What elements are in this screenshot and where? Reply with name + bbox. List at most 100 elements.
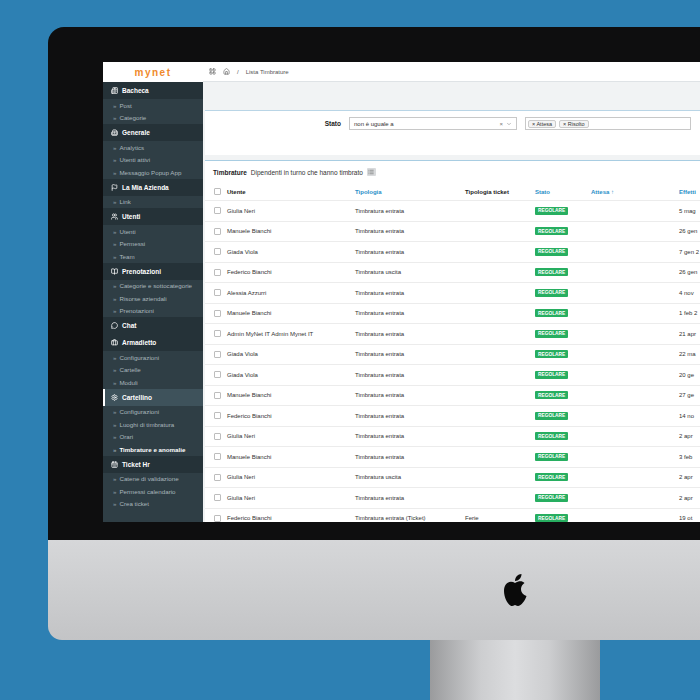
row-checkbox[interactable] <box>214 412 221 419</box>
row-checkbox[interactable] <box>214 474 221 481</box>
column-header[interactable]: Tipologia <box>349 189 459 195</box>
grid-icon[interactable] <box>209 68 216 75</box>
sidebar-section[interactable]: Chat <box>103 317 203 334</box>
table-cell: Timbratura entrata <box>349 249 459 255</box>
sidebar-item[interactable]: »Post <box>103 99 203 112</box>
sidebar-item[interactable]: »Utenti attivi <box>103 154 203 167</box>
dropdown-arrow-icon[interactable] <box>506 121 512 127</box>
row-checkbox[interactable] <box>214 310 221 317</box>
filter-tag[interactable]: × Risolto <box>559 120 589 128</box>
row-check-cell <box>205 351 221 358</box>
logo[interactable]: mynet <box>135 67 172 78</box>
sidebar-section[interactable]: Armadietto <box>103 334 203 351</box>
table-row[interactable]: Giulia NeriTimbratura entrataREGOLARE2 a… <box>205 427 700 448</box>
table-cell: Timbratura entrata <box>349 331 459 337</box>
sidebar-item[interactable]: »Crea ticket <box>103 498 203 511</box>
row-check-cell <box>205 269 221 276</box>
row-checkbox[interactable] <box>214 207 221 214</box>
sidebar-item[interactable]: »Utenti <box>103 225 203 238</box>
table-row[interactable]: Giulia NeriTimbratura entrataREGOLARE2 a… <box>205 488 700 509</box>
table-row[interactable]: Manuele BianchiTimbratura entrataREGOLAR… <box>205 222 700 243</box>
row-check-cell <box>205 453 221 460</box>
sidebar-item[interactable]: »Configurazioni <box>103 406 203 419</box>
table-row[interactable]: Giulia NeriTimbratura uscitaREGOLARE2 ap… <box>205 468 700 489</box>
sidebar-section[interactable]: La Mia Azienda <box>103 179 203 196</box>
sidebar-item[interactable]: »Permessi <box>103 238 203 251</box>
table-row[interactable]: Alessia AzzurriTimbratura entrataREGOLAR… <box>205 283 700 304</box>
sidebar-item[interactable]: »Permessi calendario <box>103 485 203 498</box>
sidebar-item[interactable]: »Orari <box>103 431 203 444</box>
sidebar-section[interactable]: Ticket Hr <box>103 456 203 473</box>
row-checkbox[interactable] <box>214 289 221 296</box>
table-cell: Giada Viola <box>221 372 349 378</box>
list-button[interactable] <box>367 168 376 176</box>
status-badge: REGOLARE <box>535 391 568 399</box>
sidebar-item[interactable]: »Catene di validazione <box>103 473 203 486</box>
row-checkbox[interactable] <box>214 515 221 522</box>
table-cell: Manuele Bianchi <box>221 454 349 460</box>
sidebar-item[interactable]: »Team <box>103 250 203 263</box>
sidebar-section[interactable]: Bacheca <box>103 82 203 99</box>
select-all-checkbox[interactable] <box>214 188 221 195</box>
filter-tag[interactable]: × Attesa <box>528 120 556 128</box>
table-row[interactable]: Giada ViolaTimbratura entrataREGOLARE20 … <box>205 365 700 386</box>
sidebar-item[interactable]: »Categorie e sottocategorie <box>103 280 203 293</box>
table-cell: Giulia Neri <box>221 433 349 439</box>
sidebar-item[interactable]: »Timbrature e anomalie <box>103 443 203 456</box>
table-row[interactable]: Federico BianchiTimbratura uscitaREGOLAR… <box>205 263 700 284</box>
table-cell: 4 nov <box>673 290 700 296</box>
sidebar-item[interactable]: »Configurazioni <box>103 351 203 364</box>
table-row[interactable]: Giada ViolaTimbratura entrataREGOLARE7 g… <box>205 242 700 263</box>
sidebar-item[interactable]: »Luoghi di timbratura <box>103 418 203 431</box>
sidebar-section[interactable]: Prenotazioni <box>103 263 203 280</box>
table-row[interactable]: Federico BianchiTimbratura entrata (Tick… <box>205 509 700 523</box>
row-checkbox[interactable] <box>214 392 221 399</box>
row-checkbox[interactable] <box>214 330 221 337</box>
table-row[interactable]: Manuele BianchiTimbratura entrataREGOLAR… <box>205 304 700 325</box>
sidebar-item-label: Moduli <box>119 379 137 386</box>
sidebar-item-label: Link <box>119 198 130 205</box>
sidebar-item[interactable]: »Prenotazioni <box>103 305 203 318</box>
tag-field[interactable]: × Attesa× Risolto <box>525 117 691 130</box>
sidebar-item-label: Luoghi di timbratura <box>119 421 174 428</box>
table-row[interactable]: Admin MyNet IT Admin Mynet ITTimbratura … <box>205 324 700 345</box>
row-checkbox[interactable] <box>214 453 221 460</box>
column-header[interactable]: Attesa ↑ <box>585 189 673 195</box>
row-checkbox[interactable] <box>214 494 221 501</box>
row-checkbox[interactable] <box>214 269 221 276</box>
clear-button[interactable]: × <box>499 121 503 127</box>
row-check-cell <box>205 228 221 235</box>
operator-select[interactable]: non è uguale a× <box>349 117 517 130</box>
table-cell: REGOLARE <box>529 289 585 297</box>
column-header[interactable]: Stato <box>529 189 585 195</box>
table-row[interactable]: Federico BianchiTimbratura entrataREGOLA… <box>205 406 700 427</box>
sidebar-section[interactable]: Utenti <box>103 208 203 225</box>
row-checkbox[interactable] <box>214 351 221 358</box>
sidebar-item[interactable]: »Analytics <box>103 141 203 154</box>
sidebar-section-label: Generale <box>122 129 150 136</box>
table-row[interactable]: Giulia NeriTimbratura entrataREGOLARE5 m… <box>205 201 700 222</box>
table-row[interactable]: Manuele BianchiTimbratura entrataREGOLAR… <box>205 386 700 407</box>
sidebar-item[interactable]: »Moduli <box>103 376 203 389</box>
row-checkbox[interactable] <box>214 248 221 255</box>
column-header[interactable]: Effetti <box>673 189 700 195</box>
table-subtitle: Dipendenti in turno che hanno timbrato <box>251 169 363 176</box>
row-checkbox[interactable] <box>214 228 221 235</box>
row-checkbox[interactable] <box>214 371 221 378</box>
table-row[interactable]: Manuele BianchiTimbratura entrataREGOLAR… <box>205 447 700 468</box>
sidebar-item[interactable]: »Categorie <box>103 112 203 125</box>
sidebar-item[interactable]: »Risorse aziendali <box>103 292 203 305</box>
row-checkbox[interactable] <box>214 433 221 440</box>
sidebar-item[interactable]: »Cartelle <box>103 364 203 377</box>
table-cell: REGOLARE <box>529 350 585 358</box>
sidebar-section[interactable]: Generale <box>103 124 203 141</box>
select-all-cell <box>205 188 221 195</box>
table-cell: REGOLARE <box>529 248 585 256</box>
table-cell: 3 feb <box>673 454 700 460</box>
table-row[interactable]: Giada ViolaTimbratura entrataREGOLARE22 … <box>205 345 700 366</box>
sidebar-section[interactable]: Cartellino <box>103 389 203 406</box>
sidebar-item[interactable]: »Messaggio Popup App <box>103 166 203 179</box>
home-icon[interactable] <box>223 68 230 75</box>
table-cell: 27 ge <box>673 392 700 398</box>
sidebar-item[interactable]: »Link <box>103 196 203 209</box>
